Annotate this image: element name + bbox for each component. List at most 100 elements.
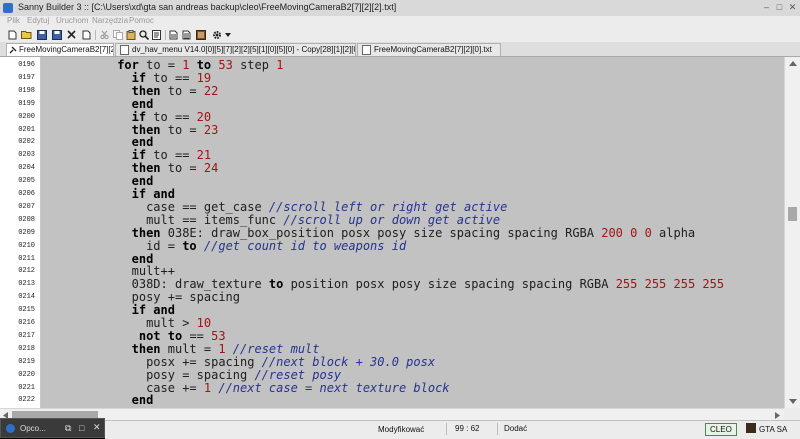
tab-freemovingcamera-2-2[interactable]: FreeMovingCameraB2[7][2][2].txt bbox=[6, 43, 114, 56]
minimize-icon[interactable]: – bbox=[762, 3, 771, 12]
game-icon bbox=[746, 423, 756, 433]
pin-icon bbox=[9, 46, 17, 54]
copy-icon[interactable] bbox=[112, 29, 123, 40]
vertical-scroll-thumb[interactable] bbox=[788, 207, 797, 221]
keyword-token: then bbox=[131, 83, 161, 98]
find-icon[interactable] bbox=[138, 29, 149, 40]
keyword-token: to bbox=[196, 58, 212, 72]
code-line[interactable]: end bbox=[132, 394, 154, 407]
replace-icon[interactable] bbox=[151, 29, 162, 40]
app-icon bbox=[6, 424, 15, 433]
save-icon[interactable] bbox=[36, 29, 47, 40]
line-number: 0199 bbox=[18, 99, 35, 108]
keyword-token: then bbox=[131, 122, 161, 137]
taskbar-label: Opco... bbox=[20, 424, 46, 433]
menu-file[interactable]: Plik bbox=[7, 16, 20, 25]
number-token: 1 bbox=[276, 58, 284, 72]
scroll-down-icon[interactable] bbox=[789, 399, 797, 404]
window-title: Sanny Builder 3 :: [C:\Users\xd\gta san … bbox=[18, 2, 397, 12]
toolbar bbox=[0, 28, 800, 42]
close-icon[interactable]: ✕ bbox=[93, 422, 101, 433]
cleo-badge[interactable]: CLEO bbox=[705, 423, 737, 436]
code-area[interactable]: for to = 1 to 53 step 1 if to == 19 then t… bbox=[41, 57, 784, 408]
code-token: step bbox=[232, 58, 277, 72]
paste-icon[interactable] bbox=[125, 29, 136, 40]
vertical-scrollbar[interactable] bbox=[784, 57, 800, 408]
cut-icon[interactable] bbox=[99, 29, 110, 40]
tab-dv-hav-menu[interactable]: dv_hav_menu V14.0[0][5][7][2][2][5][1][0… bbox=[115, 43, 356, 56]
line-number: 0220 bbox=[18, 370, 35, 379]
document-icon[interactable] bbox=[168, 29, 179, 40]
number-token: 23 bbox=[203, 122, 219, 137]
line-number: 0204 bbox=[18, 164, 35, 173]
toolbar-separator bbox=[95, 30, 96, 40]
menu-tools[interactable]: Narzędzia bbox=[92, 16, 128, 25]
maximize-icon[interactable]: □ bbox=[79, 423, 84, 433]
code-line[interactable]: case += 1 //next case = next texture blo… bbox=[146, 381, 449, 395]
code-token: to = bbox=[160, 161, 204, 176]
line-number: 0200 bbox=[18, 112, 35, 121]
horizontal-scroll-thumb[interactable] bbox=[12, 411, 98, 418]
keyword-token: then bbox=[131, 161, 161, 176]
code-token: mult > bbox=[146, 316, 197, 330]
save-all-icon[interactable] bbox=[51, 29, 62, 40]
tab-label: FreeMovingCameraB2[7][2][2].txt bbox=[19, 45, 114, 54]
scroll-right-icon[interactable] bbox=[775, 412, 780, 419]
code-token: to == bbox=[146, 109, 197, 124]
menu-bar: Plik Edytuj Uruchom Narzędzia Pomoc bbox=[0, 16, 800, 28]
keyword-token: to bbox=[167, 328, 183, 343]
code-editor[interactable]: 0196 0197 0198 0199 0200 0201 0202 0203 0204 0205… bbox=[0, 57, 784, 408]
settings-gear-icon[interactable] bbox=[211, 29, 222, 40]
keyword-token: if and bbox=[131, 303, 175, 318]
close-icon[interactable]: ✕ bbox=[788, 3, 797, 12]
line-number: 0196 bbox=[18, 61, 35, 69]
scroll-up-icon[interactable] bbox=[789, 61, 797, 66]
open-folder-icon[interactable] bbox=[21, 29, 32, 40]
sanny-builder-window: Sanny Builder 3 :: [C:\Users\xd\gta san … bbox=[0, 0, 800, 439]
keyword-token: not bbox=[138, 328, 161, 343]
number-token: 200 0 0 bbox=[601, 225, 652, 240]
restore-icon[interactable]: ⧉ bbox=[65, 423, 71, 434]
code-token: == bbox=[182, 328, 212, 343]
keyword-token: then bbox=[131, 341, 161, 356]
status-bar: Modyfikować 99 : 62 Dodać CLEO GTA SA bbox=[105, 420, 800, 439]
compile-icon[interactable] bbox=[81, 29, 92, 40]
code-token: alpha bbox=[651, 225, 696, 240]
number-token: 10 bbox=[196, 316, 212, 330]
line-number: 0218 bbox=[18, 344, 35, 353]
new-file-icon[interactable] bbox=[7, 29, 18, 40]
code-token: to = bbox=[160, 122, 204, 137]
maximize-icon[interactable]: □ bbox=[775, 3, 784, 12]
app-icon bbox=[3, 3, 13, 13]
file-icon bbox=[362, 44, 371, 55]
line-number: 0221 bbox=[18, 383, 35, 392]
line-number: 0201 bbox=[18, 125, 35, 134]
toolbar-separator bbox=[165, 30, 166, 40]
taskbar-opcode-window[interactable]: Opco... ⧉ □ ✕ bbox=[0, 418, 105, 438]
line-number: 0210 bbox=[18, 241, 35, 250]
keyword-token: to bbox=[268, 277, 284, 292]
image-icon[interactable] bbox=[195, 29, 206, 40]
line-number: 0219 bbox=[18, 357, 35, 366]
line-number: 0222 bbox=[18, 396, 35, 405]
cursor-position: 99 : 62 bbox=[446, 423, 479, 435]
line-number: 0205 bbox=[18, 177, 35, 186]
chevron-down-icon[interactable] bbox=[222, 29, 233, 40]
code-token: position posx posy size spacing spacing … bbox=[283, 277, 616, 292]
game-mode[interactable]: GTA SA bbox=[759, 425, 787, 434]
close-file-icon[interactable] bbox=[66, 29, 77, 40]
code-line[interactable]: id = to //get count id to weapons id bbox=[146, 239, 406, 253]
menu-edit[interactable]: Edytuj bbox=[27, 16, 49, 25]
code-token: posx += spacing bbox=[146, 354, 262, 369]
tab-freemovingcamera-2-0[interactable]: FreeMovingCameraB2[7][2][0].txt bbox=[357, 43, 501, 56]
menu-run[interactable]: Uruchom bbox=[56, 16, 88, 25]
opcode-list-icon[interactable] bbox=[181, 29, 192, 40]
line-number: 0197 bbox=[18, 73, 35, 82]
code-token: 038D: draw_texture bbox=[131, 277, 269, 292]
title-bar[interactable]: Sanny Builder 3 :: [C:\Users\xd\gta san … bbox=[0, 0, 800, 17]
number-token: 53 bbox=[211, 328, 226, 343]
comment-token: //reset posy bbox=[254, 367, 342, 382]
menu-help[interactable]: Pomoc bbox=[129, 16, 154, 25]
